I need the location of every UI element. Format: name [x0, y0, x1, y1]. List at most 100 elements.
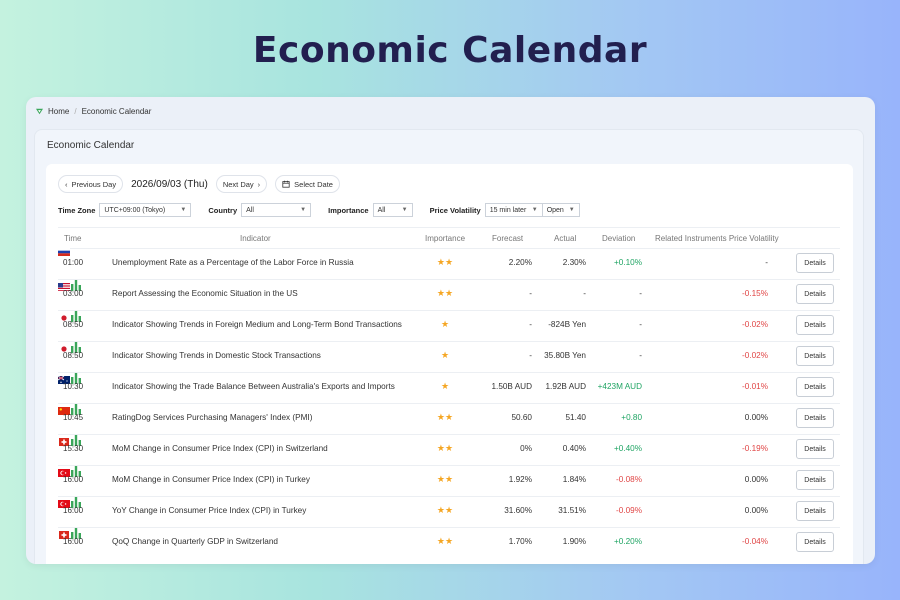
previous-day-button[interactable]: ‹ Previous Day: [58, 175, 124, 193]
caret-down-icon: ▼: [531, 207, 538, 213]
table-row[interactable]: 08:50 Indicator Showing Trends in Domesti…: [58, 341, 840, 372]
details-button[interactable]: Details: [796, 377, 834, 397]
row-indicator[interactable]: Unemployment Rate as a Percentage of the…: [112, 258, 354, 267]
details-button[interactable]: Details: [796, 408, 834, 428]
details-button[interactable]: Details: [796, 501, 834, 521]
details-button[interactable]: Details: [796, 470, 834, 490]
row-price-volatility: -0.19%: [742, 444, 768, 453]
row-deviation: -: [639, 351, 642, 360]
row-actual: 2.30%: [562, 258, 586, 267]
table-row[interactable]: 03:00 Report Assessing the Economic Situa…: [58, 279, 840, 310]
row-indicator[interactable]: Indicator Showing Trends in Domestic Sto…: [112, 351, 321, 360]
row-importance-stars: ★★: [436, 536, 454, 546]
col-actual: Actual: [554, 234, 577, 243]
row-price-volatility: -0.02%: [742, 320, 768, 329]
row-forecast: 1.50B AUD: [491, 382, 532, 391]
breadcrumb-home[interactable]: Home: [48, 107, 69, 116]
table-header: Time Indicator Importance Forecast Actua…: [58, 234, 840, 248]
row-time: 03:00: [63, 289, 84, 298]
row-actual: 0.40%: [562, 444, 586, 453]
price-volatility-label: Price Volatility: [429, 205, 481, 215]
country-select[interactable]: All ▼: [241, 203, 312, 217]
table-row[interactable]: 15:30 MoM Change in Consumer Price Index …: [58, 434, 840, 465]
row-forecast: 1.92%: [508, 475, 532, 484]
table-row[interactable]: 08:50 Indicator Showing Trends in Foreign…: [58, 310, 840, 341]
chevron-right-icon: ›: [257, 179, 261, 189]
row-indicator[interactable]: RatingDog Services Purchasing Managers' …: [112, 413, 312, 422]
row-time: 10:45: [63, 413, 84, 422]
home-logo-icon: [36, 108, 43, 115]
row-forecast: 31.60%: [504, 506, 532, 515]
row-importance-stars: ★★: [436, 443, 454, 453]
row-forecast: -: [529, 289, 532, 298]
row-forecast: 1.70%: [508, 537, 532, 546]
row-indicator[interactable]: Indicator Showing Trends in Foreign Medi…: [112, 320, 402, 329]
details-button[interactable]: Details: [796, 284, 834, 304]
row-actual: 31.51%: [558, 506, 586, 515]
row-actual: -824B Yen: [548, 320, 586, 329]
table-row[interactable]: 10:45 RatingDog Services Purchasing Manag…: [58, 403, 840, 434]
country-value: All: [246, 206, 254, 214]
row-price-volatility: 0.00%: [744, 413, 768, 422]
table-row[interactable]: 16:00 QoQ Change in Quarterly GDP in Swit…: [58, 527, 840, 558]
importance-select[interactable]: All ▼: [372, 203, 413, 217]
row-price-volatility: -0.01%: [742, 382, 768, 391]
row-price-volatility: -0.15%: [742, 289, 768, 298]
breadcrumb: Home / Economic Calendar: [36, 107, 151, 116]
details-button[interactable]: Details: [796, 315, 834, 335]
table-row[interactable]: 16:00 MoM Change in Consumer Price Index …: [58, 465, 840, 496]
importance-value: All: [377, 206, 386, 214]
row-deviation: -: [639, 320, 642, 329]
calendar-icon: [282, 180, 290, 188]
row-price-volatility: -: [765, 258, 768, 267]
row-indicator[interactable]: QoQ Change in Quarterly GDP in Switzerla…: [112, 537, 278, 546]
row-importance-stars: ★: [440, 319, 450, 329]
row-deviation: +0.80: [621, 413, 642, 422]
row-forecast: 0%: [520, 444, 532, 453]
details-button[interactable]: Details: [796, 439, 834, 459]
select-date-button[interactable]: Select Date: [275, 175, 340, 193]
col-importance: Importance: [425, 234, 466, 243]
row-actual: 51.40: [565, 413, 587, 422]
next-day-button[interactable]: Next Day ›: [215, 175, 268, 193]
details-button[interactable]: Details: [796, 346, 834, 366]
row-indicator[interactable]: MoM Change in Consumer Price Index (CPI)…: [112, 475, 310, 484]
timezone-select[interactable]: UTC+09:00 (Tokyo) ▼: [99, 203, 192, 217]
volatility-time-value: 15 min later: [489, 206, 527, 214]
panel-title: Economic Calendar: [47, 140, 135, 151]
caret-down-icon: ▼: [568, 207, 575, 213]
importance-label: Importance: [328, 205, 369, 215]
chevron-left-icon: ‹: [65, 179, 68, 189]
row-deviation: -0.09%: [616, 506, 642, 515]
row-importance-stars: ★★: [436, 474, 454, 484]
filters-bar: Time Zone UTC+09:00 (Tokyo) ▼ Country Al…: [58, 203, 580, 217]
timezone-value: UTC+09:00 (Tokyo): [104, 206, 166, 214]
row-indicator[interactable]: Indicator Showing the Trade Balance Betw…: [112, 382, 395, 391]
details-button[interactable]: Details: [796, 253, 834, 273]
volatility-time-select[interactable]: 15 min later ▼: [484, 203, 543, 217]
row-indicator[interactable]: YoY Change in Consumer Price Index (CPI)…: [112, 506, 306, 515]
col-related-volatility: Related Instruments Price Volatility: [655, 234, 779, 243]
row-deviation: +0.10%: [614, 258, 642, 267]
row-actual: -: [583, 289, 586, 298]
row-importance-stars: ★★: [436, 505, 454, 515]
row-time: 01:00: [63, 258, 84, 267]
russia-flag-icon: [58, 248, 70, 256]
row-indicator[interactable]: Report Assessing the Economic Situation …: [112, 289, 298, 298]
previous-day-label: Previous Day: [71, 179, 117, 189]
select-date-label: Select Date: [294, 179, 333, 189]
hero-title: Economic Calendar: [252, 30, 648, 71]
table-row[interactable]: 01:00 Unemployment Rate as a Percentage o…: [58, 248, 840, 279]
country-label: Country: [208, 205, 238, 215]
row-time: 10:30: [63, 382, 84, 391]
volatility-price-select[interactable]: Open ▼: [542, 203, 580, 217]
table-row[interactable]: 16:00 YoY Change in Consumer Price Index …: [58, 496, 840, 527]
row-importance-stars: ★: [440, 350, 450, 360]
details-button[interactable]: Details: [796, 532, 834, 552]
caret-down-icon: ▼: [401, 207, 408, 213]
row-deviation: -0.08%: [616, 475, 642, 484]
row-price-volatility: -0.02%: [742, 351, 768, 360]
row-price-volatility: 0.00%: [744, 506, 768, 515]
row-indicator[interactable]: MoM Change in Consumer Price Index (CPI)…: [112, 444, 328, 453]
table-row[interactable]: 10:30 Indicator Showing the Trade Balance…: [57, 372, 840, 403]
